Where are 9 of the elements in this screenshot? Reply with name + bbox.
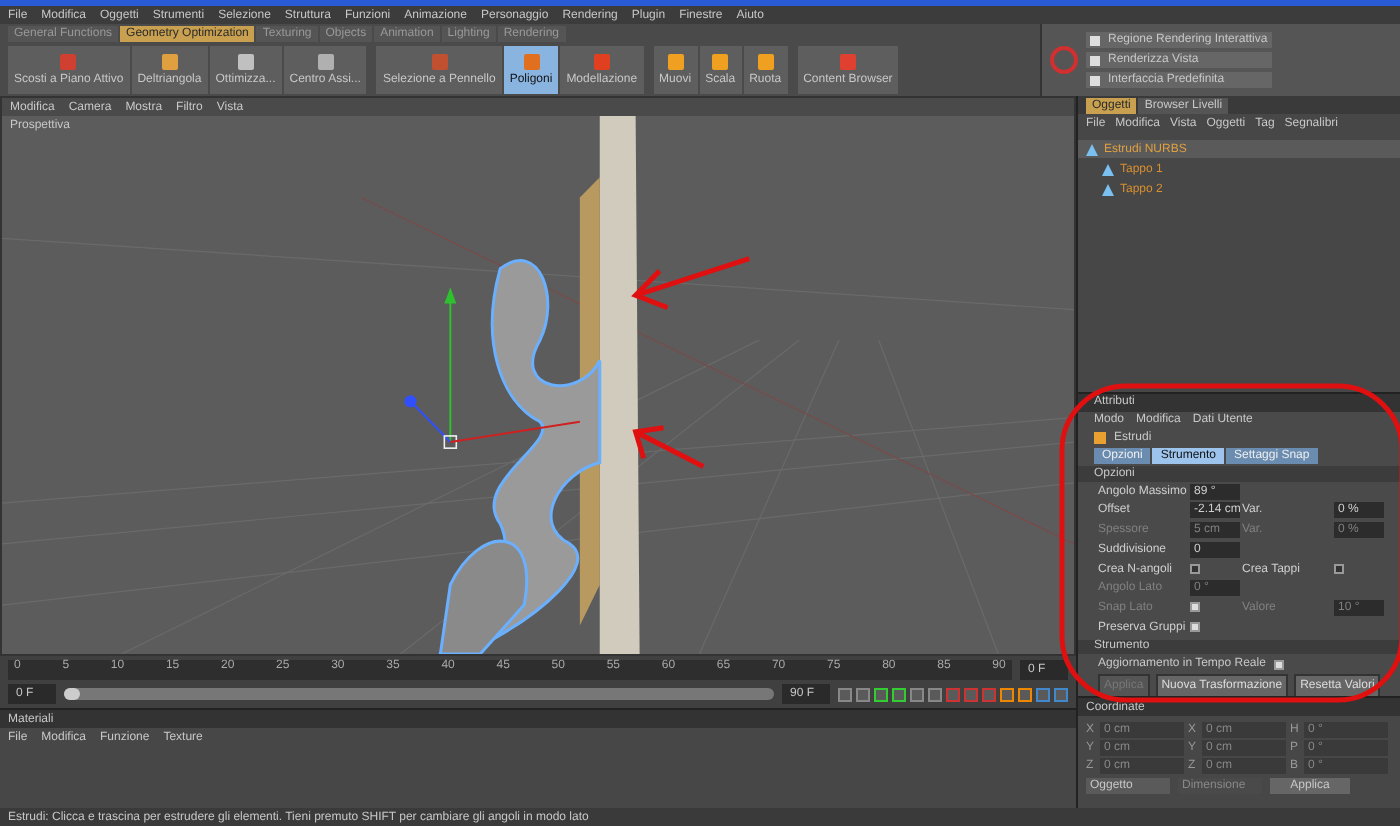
slider-thumb[interactable] [64,688,80,700]
checkbox[interactable] [1190,622,1200,633]
cube-icon [1094,431,1106,444]
checkbox[interactable] [1273,659,1284,670]
checkbox[interactable] [1334,564,1344,575]
annotation-arrow [632,425,706,470]
time-slider-track[interactable] [64,688,774,700]
checkbox[interactable] [1190,564,1200,575]
annotation-arrow [631,256,752,311]
